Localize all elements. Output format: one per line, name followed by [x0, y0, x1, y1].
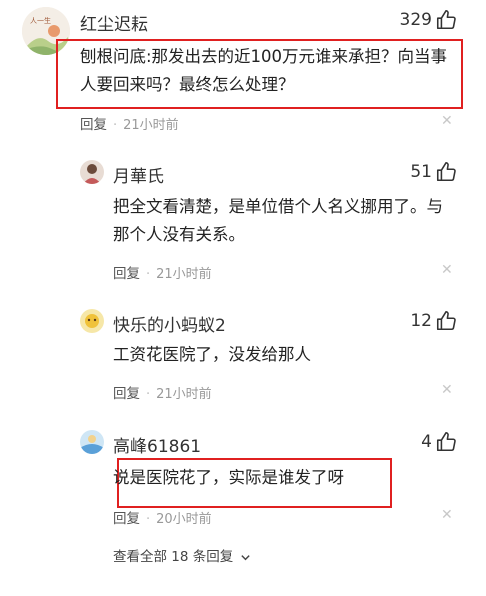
timestamp: 21小时前: [156, 387, 212, 402]
like-count: 4: [421, 432, 432, 452]
avatar[interactable]: [80, 430, 104, 454]
chevron-down-icon: [240, 554, 250, 560]
separator-dot: ·: [113, 118, 118, 133]
view-all-label: 查看全部 18 条回复: [113, 549, 234, 565]
like-count: 51: [410, 162, 432, 182]
thumbs-up-icon[interactable]: [435, 9, 457, 35]
reply-button[interactable]: 回复: [113, 386, 140, 402]
comment-text: 把全文看清楚，是单位借个人名义挪用了。与那个人没有关系。: [113, 197, 443, 244]
thumbs-up-icon[interactable]: [435, 431, 457, 457]
comment-meta: 回复 · 21小时前: [113, 262, 212, 282]
reply-button[interactable]: 回复: [80, 117, 107, 133]
comment-meta: 回复 · 21小时前: [113, 382, 212, 402]
thumbs-up-icon[interactable]: [435, 161, 457, 187]
reply-button[interactable]: 回复: [113, 511, 140, 527]
like-count: 329: [399, 10, 432, 30]
like-count: 12: [410, 311, 432, 331]
timestamp: 20小时前: [156, 512, 212, 527]
reply-button[interactable]: 回复: [113, 266, 140, 282]
svg-text:人一生: 人一生: [30, 16, 51, 25]
comment-text: 刨根问底:那发出去的近100万元谁来承担？向当事人要回来吗？最终怎么处理？: [80, 47, 448, 94]
avatar[interactable]: [80, 160, 104, 184]
comment-meta: 回复 · 21小时前: [80, 113, 179, 133]
separator-dot: ·: [146, 512, 151, 527]
close-icon[interactable]: ✕: [441, 262, 453, 278]
close-icon[interactable]: ✕: [441, 382, 453, 398]
thumbs-up-icon[interactable]: [435, 310, 457, 336]
comment-author[interactable]: 月華氏: [113, 162, 164, 187]
comment-text: 说是医院花了，实际是谁发了呀: [113, 468, 344, 487]
comment-author[interactable]: 红尘迟耘: [80, 10, 148, 35]
comment-author[interactable]: 高峰61861: [113, 432, 201, 457]
avatar[interactable]: [80, 309, 104, 333]
comment-text: 工资花医院了，没发给那人: [113, 345, 311, 364]
close-icon[interactable]: ✕: [441, 113, 453, 129]
view-all-replies-link[interactable]: 查看全部 18 条回复: [113, 545, 251, 565]
timestamp: 21小时前: [123, 118, 179, 133]
close-icon[interactable]: ✕: [441, 507, 453, 523]
comment-meta: 回复 · 20小时前: [113, 507, 212, 527]
separator-dot: ·: [146, 387, 151, 402]
comment-author[interactable]: 快乐的小蚂蚁2: [113, 311, 226, 336]
separator-dot: ·: [146, 267, 151, 282]
timestamp: 21小时前: [156, 267, 212, 282]
